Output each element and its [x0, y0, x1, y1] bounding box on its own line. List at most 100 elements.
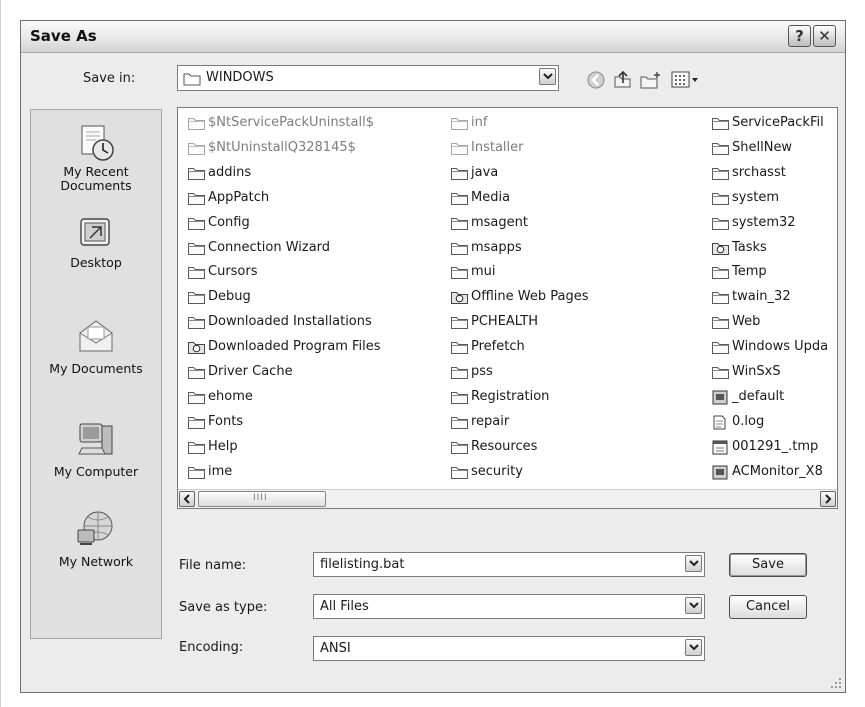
- scroll-thumb-grip: IIII: [253, 493, 268, 503]
- folder-icon: [451, 416, 468, 429]
- file-name: addins: [208, 164, 252, 180]
- scroll-right-button[interactable]: [820, 491, 836, 507]
- file-name: system32: [732, 214, 796, 230]
- save-as-type-label: Save as type:: [179, 600, 268, 615]
- file-name: Installer: [471, 139, 524, 155]
- help-button[interactable]: ?: [788, 25, 811, 47]
- close-button[interactable]: ✕: [813, 25, 836, 47]
- place-my-recent-documents[interactable]: My Recent Documents: [31, 124, 161, 193]
- chevron-right-icon: [825, 494, 832, 504]
- application-icon: [712, 465, 728, 480]
- file-name: ShellNew: [732, 139, 793, 155]
- folder-icon: [712, 317, 729, 330]
- save-in-value: WINDOWS: [206, 70, 274, 85]
- place-label: My Network: [58, 554, 134, 569]
- views-menu-icon[interactable]: [671, 71, 699, 89]
- folder-icon: [451, 441, 468, 454]
- file-name: msapps: [471, 239, 522, 255]
- application-icon: [712, 390, 728, 405]
- file-name: Registration: [471, 388, 550, 404]
- folder-icon: [451, 242, 468, 255]
- file-name-label: File name:: [179, 558, 247, 573]
- place-my-network[interactable]: My Network: [31, 508, 161, 569]
- file-name: Debug: [208, 289, 251, 305]
- place-label: My Recent Documents: [60, 164, 132, 193]
- folder-icon: [188, 466, 205, 479]
- folder-icon: [712, 217, 729, 230]
- save-button[interactable]: Save: [729, 553, 807, 577]
- file-name: Downloaded Installations: [208, 314, 372, 330]
- folder-icon: [183, 73, 201, 86]
- file-name-field[interactable]: filelisting.bat: [313, 552, 705, 577]
- folder-icon: [188, 118, 205, 130]
- file-name: Driver Cache: [208, 364, 293, 379]
- folder-icon: [712, 167, 729, 180]
- save-in-label: Save in:: [83, 71, 136, 86]
- file-name: java: [471, 164, 499, 180]
- folder-icon: [451, 118, 468, 130]
- file-name: Media: [471, 189, 511, 205]
- file-name: Temp: [732, 264, 767, 280]
- file-name: Resources: [471, 438, 538, 454]
- resize-grip-icon[interactable]: [830, 677, 842, 689]
- horizontal-scrollbar[interactable]: IIII: [178, 489, 837, 508]
- file-name: AppPatch: [208, 189, 270, 205]
- folder-icon: [188, 367, 205, 379]
- save-in-combo[interactable]: WINDOWS: [177, 65, 559, 91]
- save-as-type-select[interactable]: All Files: [313, 594, 705, 619]
- place-my-computer[interactable]: My Computer: [31, 418, 161, 479]
- folder-icon: [188, 142, 205, 155]
- folder-icon: [712, 192, 729, 205]
- file-name: ServicePackFil: [732, 115, 824, 130]
- place-desktop[interactable]: Desktop: [31, 215, 161, 270]
- file-name: 0.log: [732, 413, 765, 429]
- chevron-down-icon[interactable]: [539, 68, 556, 85]
- text-document-icon: [713, 415, 726, 430]
- file-name: Fonts: [208, 413, 244, 429]
- file-name: 001291_.tmp: [732, 438, 819, 454]
- scroll-thumb[interactable]: IIII: [198, 491, 326, 507]
- folder-icon: [188, 391, 205, 404]
- folder-icon: [451, 217, 468, 230]
- chevron-down-icon[interactable]: [685, 639, 702, 656]
- up-folder-icon[interactable]: [613, 69, 633, 89]
- scroll-left-button[interactable]: [179, 491, 195, 507]
- folder-icon: [451, 192, 468, 205]
- folder-icon: [451, 367, 468, 379]
- folder-icon: [451, 317, 468, 330]
- encoding-value: ANSI: [320, 641, 351, 656]
- back-icon[interactable]: [587, 71, 605, 89]
- file-name: inf: [471, 115, 488, 130]
- folder-icon: [188, 317, 205, 330]
- folder-icon: [712, 367, 729, 379]
- file-name: pss: [471, 364, 493, 379]
- chevron-down-icon[interactable]: [685, 597, 702, 614]
- cancel-button[interactable]: Cancel: [729, 595, 807, 619]
- file-name: $NtUninstallQ328145$: [208, 139, 356, 155]
- places-bar: My Recent Documents Desktop My Documents: [30, 109, 162, 639]
- encoding-select[interactable]: ANSI: [313, 636, 705, 661]
- file-name: ACMonitor_X8: [732, 463, 823, 479]
- file-name: Web: [732, 314, 761, 330]
- place-my-documents[interactable]: My Documents: [31, 315, 161, 376]
- file-name: twain_32: [732, 289, 791, 305]
- folder-icon: [451, 342, 468, 355]
- file-name: mui: [471, 264, 496, 280]
- temp-file-icon: [712, 440, 728, 455]
- folder-icon: [712, 118, 729, 130]
- folder-icon: [188, 242, 205, 255]
- folder-icon: [188, 267, 205, 280]
- file-name: PCHEALTH: [471, 314, 538, 330]
- chevron-down-icon[interactable]: [685, 555, 702, 572]
- my-documents-icon: [79, 320, 113, 352]
- file-list[interactable]: $NtServicePackUninstall$ $NtUninstallQ328…: [177, 107, 838, 509]
- folder-icon: [451, 466, 468, 479]
- new-folder-icon[interactable]: [640, 70, 662, 90]
- file-name-value: filelisting.bat: [320, 557, 405, 572]
- folder-icon: [188, 441, 205, 454]
- folder-icon: [188, 416, 205, 429]
- place-label: My Documents: [49, 361, 143, 376]
- file-name: ime: [208, 463, 233, 479]
- file-name: Help: [208, 438, 238, 454]
- title-bar[interactable]: Save As ? ✕: [21, 21, 845, 53]
